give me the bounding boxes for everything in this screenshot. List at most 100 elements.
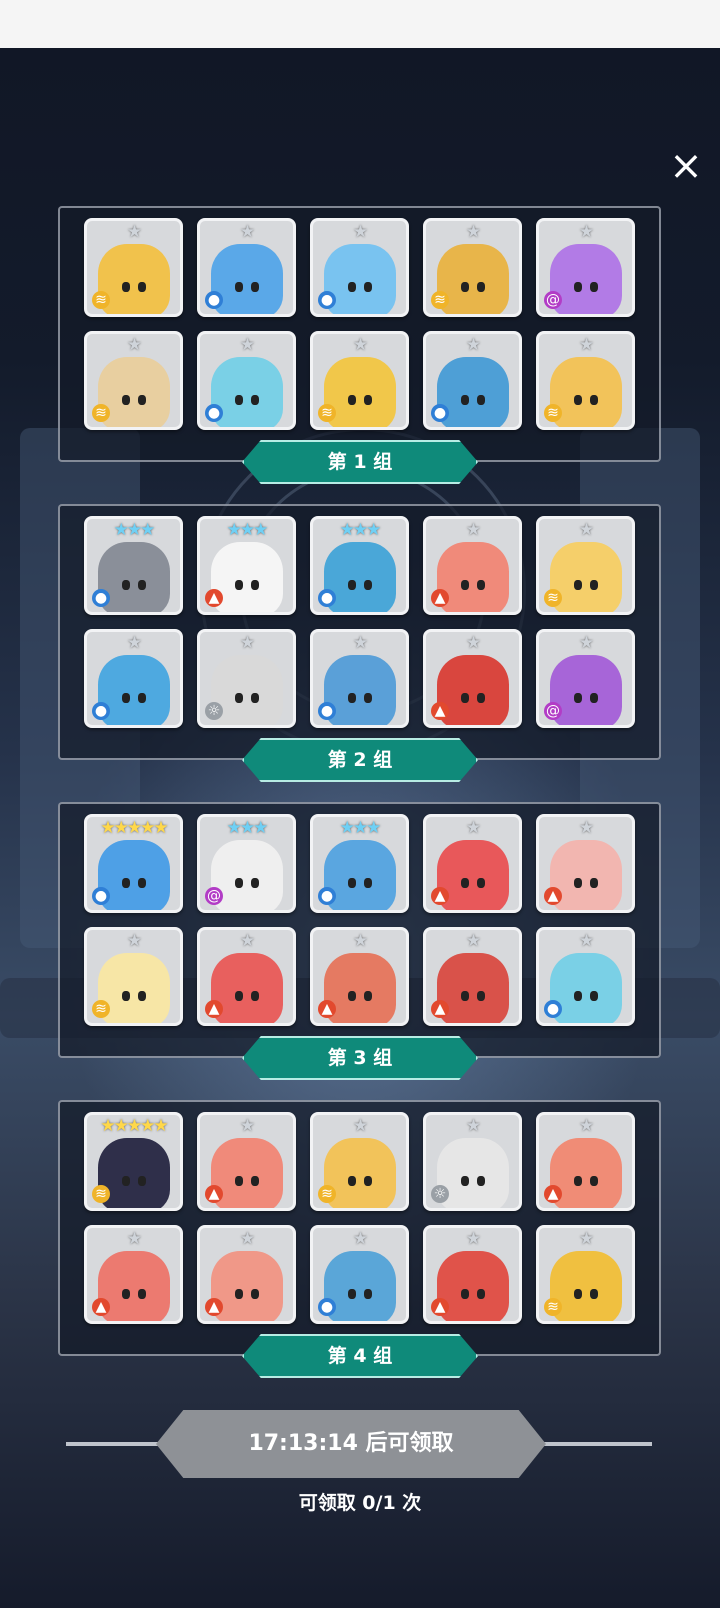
thunder-element-icon: ≋ (92, 1185, 110, 1203)
water-element-icon: ● (318, 589, 336, 607)
water-element-icon: ● (318, 887, 336, 905)
hero-card-white-dino[interactable]: ★ ☼ (423, 1112, 522, 1211)
hero-card-grey-knight[interactable]: ★★★ ● (84, 516, 183, 615)
hero-card-wizard-boy[interactable]: ★ ● (310, 629, 409, 728)
water-element-icon: ● (92, 702, 110, 720)
hero-portrait (323, 542, 396, 612)
hero-portrait (97, 244, 170, 314)
star-rating: ★ (465, 520, 481, 540)
star-rating: ★ (239, 335, 255, 355)
star-rating: ★ (578, 520, 594, 540)
hero-card-red-hair-girl[interactable]: ★ ▲ (536, 1112, 635, 1211)
thunder-element-icon: ≋ (92, 291, 110, 309)
hero-card-gold-mecha[interactable]: ★ ≋ (536, 1225, 635, 1324)
hero-card-antler-girl[interactable]: ★ ▲ (197, 1225, 296, 1324)
hero-card-blue-sprite[interactable]: ★ ● (197, 331, 296, 430)
hero-card-red-mecha[interactable]: ★ ▲ (423, 1225, 522, 1324)
hero-portrait (323, 357, 396, 427)
close-icon[interactable]: × (664, 144, 708, 188)
claim-button[interactable]: 17:13:14 后可领取 (156, 1410, 546, 1478)
fire-element-icon: ▲ (431, 1000, 449, 1018)
hero-card-blue-hero[interactable]: ★★★★★ ● (84, 814, 183, 913)
fire-element-icon: ▲ (544, 1185, 562, 1203)
hero-card-winged-knight[interactable]: ★ ≋ (84, 331, 183, 430)
hero-card-pink-ghost[interactable]: ★ ▲ (536, 814, 635, 913)
thunder-element-icon: ≋ (92, 404, 110, 422)
star-rating: ★ (239, 222, 255, 242)
hero-portrait (97, 1251, 170, 1321)
star-rating: ★ (126, 1229, 142, 1249)
hero-portrait (210, 1138, 283, 1208)
hero-card-yellow-ghost[interactable]: ★ ≋ (84, 927, 183, 1026)
star-rating: ★ (465, 931, 481, 951)
star-rating: ★ (352, 931, 368, 951)
hero-card-bandaged-red[interactable]: ★ ▲ (197, 1112, 296, 1211)
hero-portrait (436, 1138, 509, 1208)
star-rating: ★ (578, 222, 594, 242)
thunder-element-icon: ≋ (92, 1000, 110, 1018)
hero-card-gold-snake[interactable]: ★ ≋ (310, 331, 409, 430)
star-rating: ★ (465, 818, 481, 838)
hero-portrait (210, 840, 283, 910)
hero-card-blue-cat[interactable]: ★ ● (197, 218, 296, 317)
hero-portrait (210, 953, 283, 1023)
hero-card-bandaged-yellow[interactable]: ★ ≋ (310, 1112, 409, 1211)
hero-portrait (97, 840, 170, 910)
star-rating: ★ (465, 335, 481, 355)
light-element-icon: ☼ (205, 702, 223, 720)
hero-card-red-cat[interactable]: ★ ▲ (197, 927, 296, 1026)
hero-card-purple-moai[interactable]: ★ @ (536, 218, 635, 317)
fire-element-icon: ▲ (431, 1298, 449, 1316)
hero-portrait (210, 655, 283, 725)
star-rating: ★★★★★ (100, 1116, 168, 1136)
hero-card-ghost-demon[interactable]: ★★★ @ (197, 814, 296, 913)
star-rating: ★★★ (226, 818, 269, 838)
hero-card-blue-hair-girl[interactable]: ★ ● (310, 218, 409, 317)
fire-element-icon: ▲ (431, 702, 449, 720)
hero-card-red-furball[interactable]: ★ ▲ (423, 814, 522, 913)
hero-card-yellow-dino[interactable]: ★ ≋ (84, 218, 183, 317)
hero-card-blue-snake[interactable]: ★ ● (423, 331, 522, 430)
hero-card-bone-dragon[interactable]: ★ ☼ (197, 629, 296, 728)
hero-card-blue-box-golem[interactable]: ★ ● (310, 1225, 409, 1324)
group-label-3: 第 3 组 (242, 1036, 478, 1080)
star-rating: ★ (239, 931, 255, 951)
star-rating: ★ (465, 1116, 481, 1136)
group-panel-1: ★ ≋ ★ ● ★ ● ★ ≋ ★ @ ★ ≋ ★ ● ★ ≋ ★ ● ★ ≋ (58, 206, 661, 462)
water-element-icon: ● (544, 1000, 562, 1018)
hero-card-red-goggles-boy[interactable]: ★ ▲ (310, 927, 409, 1026)
star-rating: ★ (578, 1116, 594, 1136)
hero-card-eye-book[interactable]: ★★★ ● (310, 814, 409, 913)
card-grid: ★★★★★ ● ★★★ @ ★★★ ● ★ ▲ ★ ▲ ★ ≋ ★ ▲ ★ ▲ ★ ▲ ★ ● (84, 814, 635, 1026)
hero-card-blue-sprite-2[interactable]: ★ ● (536, 927, 635, 1026)
hero-card-purple-snake[interactable]: ★ @ (536, 629, 635, 728)
group-panel-4: ★★★★★ ≋ ★ ▲ ★ ≋ ★ ☼ ★ ▲ ★ ▲ ★ ▲ ★ ● ★ ▲ ★ ≋ (58, 1100, 661, 1356)
hero-portrait (436, 244, 509, 314)
hero-card-blue-skull[interactable]: ★ ● (84, 629, 183, 728)
hero-card-bandaged-tomato[interactable]: ★ ▲ (423, 516, 522, 615)
card-grid: ★★★★★ ≋ ★ ▲ ★ ≋ ★ ☼ ★ ▲ ★ ▲ ★ ▲ ★ ● ★ ▲ ★ ≋ (84, 1112, 635, 1324)
thunder-element-icon: ≋ (431, 291, 449, 309)
star-rating: ★ (352, 335, 368, 355)
poison-element-icon: @ (544, 291, 562, 309)
hero-portrait (436, 840, 509, 910)
hero-card-tree-spirit[interactable]: ★★★ ● (310, 516, 409, 615)
fire-element-icon: ▲ (431, 887, 449, 905)
hero-card-blonde-girl[interactable]: ★ ≋ (536, 516, 635, 615)
group-label-text: 第 4 组 (242, 1334, 478, 1378)
hero-card-bandaged-lion[interactable]: ★ ≋ (536, 331, 635, 430)
hero-portrait (549, 1251, 622, 1321)
hero-portrait (97, 1138, 170, 1208)
hero-card-gold-armor-hero[interactable]: ★★★★★ ≋ (84, 1112, 183, 1211)
star-rating: ★ (578, 931, 594, 951)
hero-card-card-soldier[interactable]: ★ ▲ (423, 629, 522, 728)
group-panel-3: ★★★★★ ● ★★★ @ ★★★ ● ★ ▲ ★ ▲ ★ ≋ ★ ▲ ★ ▲ ★ ▲ ★ ● (58, 802, 661, 1058)
hero-portrait (436, 357, 509, 427)
hero-portrait (210, 542, 283, 612)
hero-card-gold-moai[interactable]: ★ ≋ (423, 218, 522, 317)
fire-element-icon: ▲ (544, 887, 562, 905)
hero-card-hermit-crab[interactable]: ★ ▲ (84, 1225, 183, 1324)
hero-card-witch-girl[interactable]: ★ ▲ (423, 927, 522, 1026)
hero-portrait (323, 244, 396, 314)
hero-card-white-rabbit[interactable]: ★★★ ▲ (197, 516, 296, 615)
